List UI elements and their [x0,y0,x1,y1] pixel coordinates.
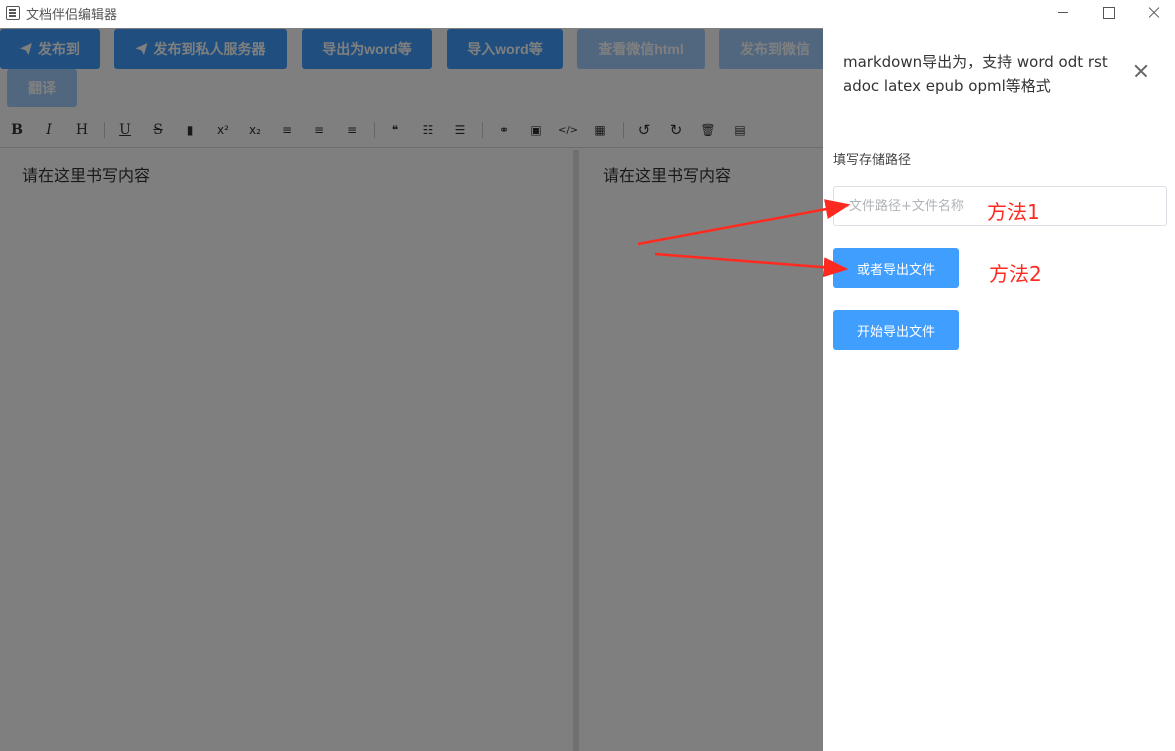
export-file-button[interactable]: 或者导出文件 [833,248,959,288]
annotation-method2: 方法2 [989,262,1042,286]
minimize-icon[interactable] [1040,0,1086,28]
modal-overlay[interactable] [0,28,823,751]
start-export-button[interactable]: 开始导出文件 [833,310,959,350]
window-title: 文档伴侣编辑器 [26,8,118,23]
storage-path-label: 填写存储路径 [833,153,912,168]
document-app-icon [6,6,20,20]
close-icon[interactable] [1130,0,1175,28]
drawer-close-icon[interactable] [1133,63,1149,79]
annotation-method1: 方法1 [987,200,1040,224]
title-bar: 文档伴侣编辑器 [0,0,1175,28]
maximize-icon[interactable] [1085,0,1131,28]
export-drawer: markdown导出为，支持 word odt rst adoc latex e… [823,28,1175,751]
drawer-title: markdown导出为，支持 word odt rst adoc latex e… [843,53,1108,95]
